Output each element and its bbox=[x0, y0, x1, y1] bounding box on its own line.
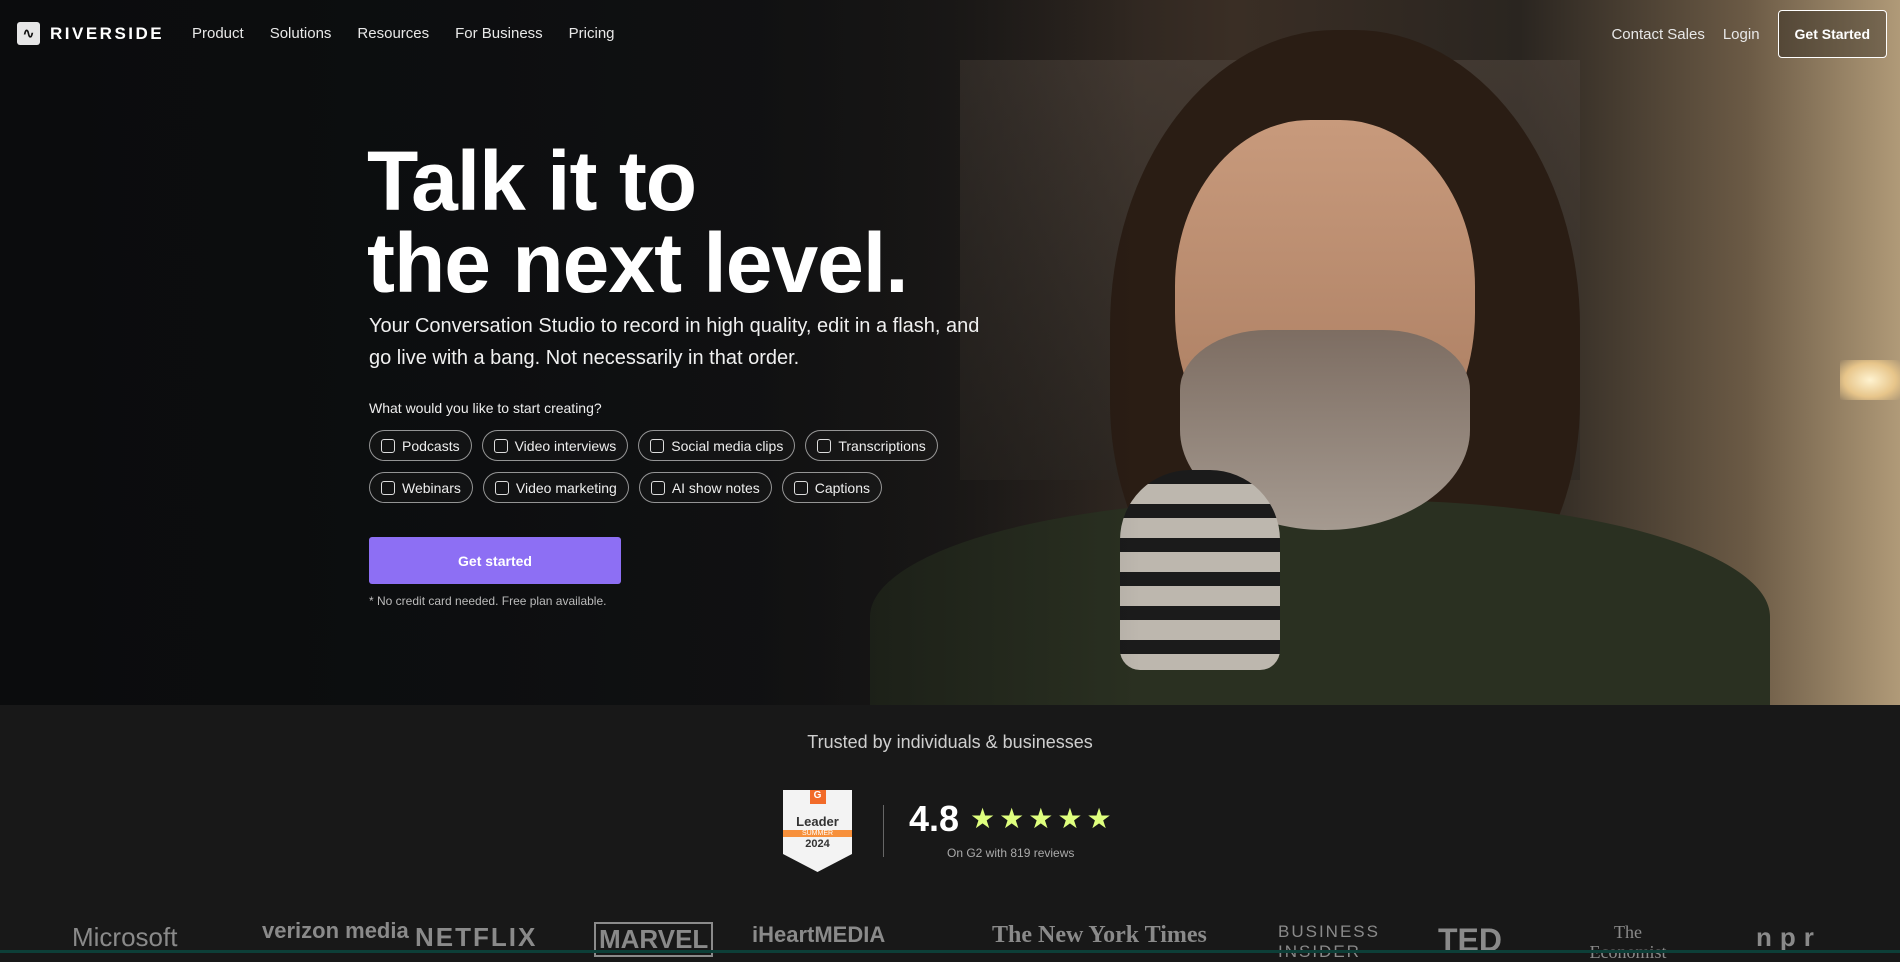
checkbox[interactable] bbox=[494, 480, 509, 495]
checkbox[interactable] bbox=[793, 480, 808, 495]
get-started-button[interactable]: Get Started bbox=[1777, 10, 1887, 58]
option-label: Video marketing bbox=[515, 479, 617, 496]
waveform-icon: ∿ bbox=[17, 22, 40, 45]
hero-title: Talk it to the next level. bbox=[367, 139, 909, 305]
logo-economist: The Economist bbox=[1590, 922, 1667, 962]
checkbox[interactable] bbox=[650, 480, 665, 495]
option-label: Video interviews bbox=[514, 437, 617, 454]
option-label: AI show notes bbox=[671, 479, 760, 496]
logo-nyt: The New York Times bbox=[992, 922, 1207, 948]
trusted-heading: Trusted by individuals & businesses bbox=[807, 732, 1093, 752]
option-transcriptions[interactable]: Transcriptions bbox=[805, 430, 938, 461]
badge-season: SUMMER bbox=[783, 830, 852, 837]
rating-value: 4.8 bbox=[909, 798, 960, 839]
option-label: Podcasts bbox=[402, 437, 460, 454]
brand-logo[interactable]: ∿ RIVERSIDE bbox=[17, 22, 164, 45]
option-social-media-clips[interactable]: Social media clips bbox=[638, 430, 796, 461]
brand-name: RIVERSIDE bbox=[50, 23, 165, 43]
nav-solutions[interactable]: Solutions bbox=[270, 25, 332, 42]
star-icon: ★ bbox=[1057, 803, 1083, 834]
option-podcasts[interactable]: Podcasts bbox=[369, 430, 472, 461]
login-link[interactable]: Login bbox=[1723, 26, 1760, 43]
logo-iheartmedia: iHeartMEDIA bbox=[752, 922, 886, 947]
option-ai-show-notes[interactable]: AI show notes bbox=[638, 472, 772, 503]
star-icon: ★ bbox=[999, 803, 1025, 834]
badge-title: Leader bbox=[796, 814, 839, 829]
checkbox[interactable] bbox=[650, 438, 665, 453]
checkbox[interactable] bbox=[493, 438, 508, 453]
top-nav: ∿ RIVERSIDE Product Solutions Resources … bbox=[0, 0, 1900, 68]
free-plan-note: * No credit card needed. Free plan avail… bbox=[369, 594, 607, 608]
logo-verizon-media: verizon media bbox=[262, 918, 409, 943]
star-icon: ★ bbox=[1086, 803, 1112, 834]
title-line-1: Talk it to bbox=[367, 134, 697, 228]
logo-microsoft: Microsoft bbox=[72, 922, 178, 952]
nav-product[interactable]: Product bbox=[192, 25, 244, 42]
logo-ted: TED bbox=[1438, 922, 1502, 958]
option-video-interviews[interactable]: Video interviews bbox=[481, 430, 629, 461]
logo-netflix: NETFLIX bbox=[415, 922, 538, 952]
star-icon: ★ bbox=[1028, 803, 1054, 834]
star-icon: ★ bbox=[970, 803, 996, 834]
option-video-marketing[interactable]: Video marketing bbox=[482, 472, 629, 503]
nav-resources[interactable]: Resources bbox=[357, 25, 429, 42]
rating-stars: ★ ★ ★ ★ ★ bbox=[970, 802, 1112, 835]
option-label: Webinars bbox=[402, 479, 461, 496]
option-label: Social media clips bbox=[671, 437, 784, 454]
g2-icon: G bbox=[809, 790, 826, 804]
nav-for-business[interactable]: For Business bbox=[455, 25, 543, 42]
checkbox[interactable] bbox=[817, 438, 832, 453]
review-count: On G2 with 819 reviews bbox=[947, 846, 1075, 860]
checkbox[interactable] bbox=[381, 438, 395, 453]
hero-get-started-button[interactable]: Get started bbox=[369, 537, 621, 584]
creation-options: Podcasts Video interviews Social media c… bbox=[369, 430, 969, 503]
nav-pricing[interactable]: Pricing bbox=[569, 25, 615, 42]
checkbox[interactable] bbox=[381, 480, 395, 495]
creation-question: What would you like to start creating? bbox=[369, 400, 602, 416]
title-line-2: the next level. bbox=[367, 216, 909, 310]
contact-sales-link[interactable]: Contact Sales bbox=[1611, 26, 1704, 43]
logo-npr: npr bbox=[1756, 922, 1822, 952]
badge-year: 2024 bbox=[805, 838, 830, 850]
option-webinars[interactable]: Webinars bbox=[369, 472, 473, 503]
divider bbox=[883, 805, 884, 857]
hero-subtitle: Your Conversation Studio to record in hi… bbox=[369, 315, 980, 369]
logo-business-insider: BUSINESS INSIDER bbox=[1278, 922, 1380, 961]
g2-leader-badge: G Leader SUMMER 2024 bbox=[783, 790, 852, 872]
option-label: Transcriptions bbox=[838, 437, 926, 454]
option-label: Captions bbox=[814, 479, 871, 496]
option-captions[interactable]: Captions bbox=[781, 472, 883, 503]
